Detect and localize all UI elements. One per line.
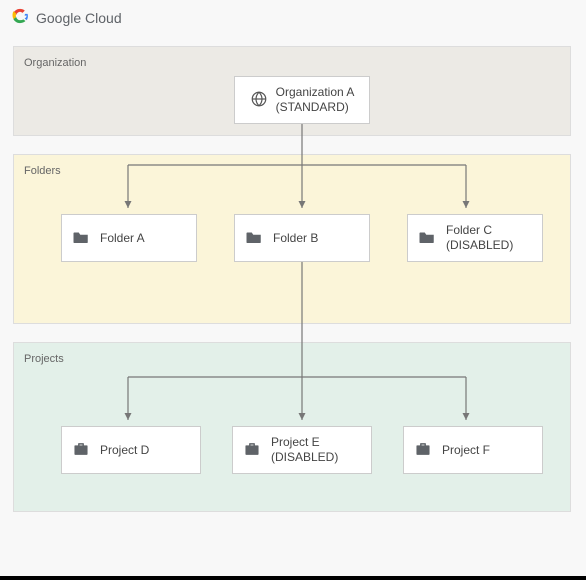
project-f-text: Project F bbox=[442, 443, 490, 458]
bottom-border bbox=[0, 576, 586, 580]
folder-icon bbox=[72, 229, 90, 248]
project-e-text: Project E (DISABLED) bbox=[271, 435, 338, 465]
briefcase-icon bbox=[72, 441, 90, 460]
folder-b-node: Folder B bbox=[234, 214, 370, 262]
organization-status: (STANDARD) bbox=[276, 100, 355, 115]
project-e-status: (DISABLED) bbox=[271, 450, 338, 465]
globe-icon bbox=[250, 90, 268, 111]
diagram-canvas: Google Cloud Organization Folders Projec… bbox=[0, 0, 586, 580]
brand-light: Cloud bbox=[85, 10, 122, 26]
project-f-name: Project F bbox=[442, 443, 490, 457]
folder-a-name: Folder A bbox=[100, 231, 145, 245]
folder-b-name: Folder B bbox=[273, 231, 318, 245]
folder-c-name: Folder C bbox=[446, 223, 492, 237]
organization-panel-label: Organization bbox=[24, 57, 86, 69]
folder-c-node: Folder C (DISABLED) bbox=[407, 214, 543, 262]
gcloud-logo-icon bbox=[10, 6, 30, 29]
organization-name: Organization A bbox=[276, 85, 355, 99]
briefcase-icon bbox=[243, 441, 261, 460]
projects-panel-label: Projects bbox=[24, 353, 64, 365]
briefcase-icon bbox=[414, 441, 432, 460]
folder-a-text: Folder A bbox=[100, 231, 145, 246]
organization-node-text: Organization A (STANDARD) bbox=[276, 85, 355, 115]
project-f-node: Project F bbox=[403, 426, 543, 474]
folder-c-status: (DISABLED) bbox=[446, 238, 513, 253]
folder-c-text: Folder C (DISABLED) bbox=[446, 223, 513, 253]
folder-b-text: Folder B bbox=[273, 231, 318, 246]
project-d-text: Project D bbox=[100, 443, 149, 458]
brand-strong: Google bbox=[36, 10, 81, 26]
project-e-name: Project E bbox=[271, 435, 320, 449]
folder-icon bbox=[418, 229, 436, 248]
folders-panel-label: Folders bbox=[24, 165, 61, 177]
organization-node: Organization A (STANDARD) bbox=[234, 76, 370, 124]
project-e-node: Project E (DISABLED) bbox=[232, 426, 372, 474]
folder-icon bbox=[245, 229, 263, 248]
project-d-node: Project D bbox=[61, 426, 201, 474]
project-d-name: Project D bbox=[100, 443, 149, 457]
folder-a-node: Folder A bbox=[61, 214, 197, 262]
brand-header: Google Cloud bbox=[10, 6, 122, 29]
